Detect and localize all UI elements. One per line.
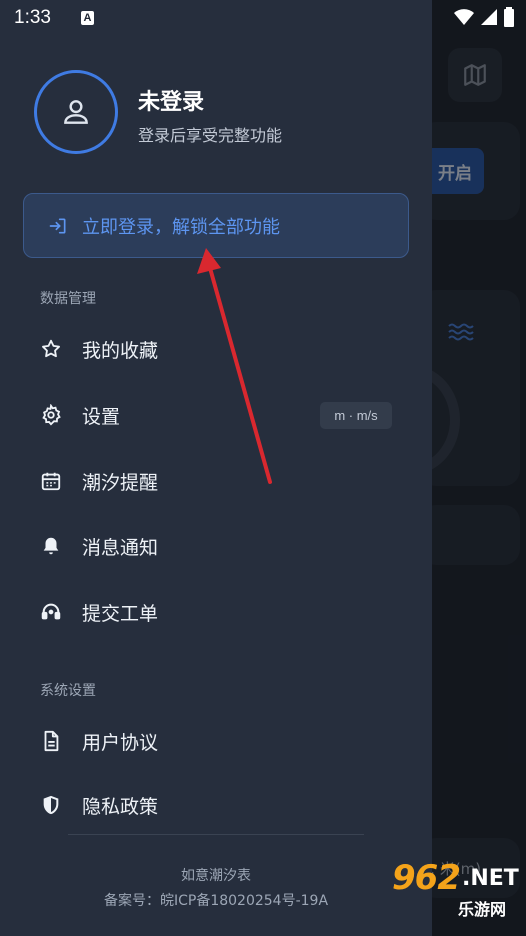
watermark-number: 962 (392, 858, 461, 898)
navigation-drawer: 未登录 登录后享受完整功能 立即登录，解锁全部功能 数据管理 我的收藏 设置 m… (0, 0, 432, 936)
headset-icon (41, 603, 61, 620)
divider (68, 834, 364, 835)
signal-icon (481, 9, 497, 25)
watermark-logo: 962 .NET 乐游网 (392, 858, 522, 930)
menu-item-favorites[interactable]: 我的收藏 (0, 321, 432, 377)
menu-item-privacy-policy[interactable]: 隐私政策 (0, 777, 432, 833)
login-button[interactable]: 立即登录，解锁全部功能 (23, 193, 409, 258)
gear-icon (42, 404, 61, 426)
menu-item-label: 消息通知 (82, 536, 159, 559)
wifi-icon (454, 9, 474, 25)
shield-icon (43, 795, 59, 815)
calendar-icon (41, 472, 61, 491)
footer-app-name: 如意潮汐表 (181, 868, 251, 884)
battery-icon (504, 7, 514, 27)
watermark-suffix: .NET (462, 866, 519, 891)
menu-item-notifications[interactable]: 消息通知 (0, 518, 432, 574)
user-subtitle: 登录后享受完整功能 (138, 126, 283, 145)
status-bar: 1:33 A (0, 0, 526, 36)
menu-item-label: 用户协议 (82, 731, 159, 754)
section-title-data-management: 数据管理 (40, 291, 96, 307)
bell-icon (43, 537, 59, 555)
document-icon (44, 730, 59, 752)
menu-item-tide-reminder[interactable]: 潮汐提醒 (0, 453, 432, 509)
watermark-site: 乐游网 (458, 900, 507, 919)
status-time: 1:33 (14, 7, 51, 28)
login-icon (49, 218, 66, 233)
menu-item-submit-ticket[interactable]: 提交工单 (0, 584, 432, 640)
footer-icp-number: 备案号：皖ICP备18020254号-19A (103, 893, 329, 909)
menu-item-label: 我的收藏 (82, 339, 159, 362)
user-icon (64, 100, 88, 124)
menu-item-label: 隐私政策 (82, 795, 159, 818)
star-icon (42, 339, 60, 358)
login-button-label: 立即登录，解锁全部功能 (82, 216, 280, 238)
units-badge: m · m/s (320, 402, 392, 429)
menu-item-user-agreement[interactable]: 用户协议 (0, 713, 432, 769)
menu-item-label: 设置 (82, 405, 121, 428)
menu-item-label: 提交工单 (82, 602, 159, 625)
section-title-system-settings: 系统设置 (40, 683, 96, 699)
avatar[interactable] (34, 70, 118, 154)
menu-item-label: 潮汐提醒 (82, 471, 159, 494)
user-name: 未登录 (138, 90, 205, 115)
notification-badge: A (80, 11, 94, 25)
